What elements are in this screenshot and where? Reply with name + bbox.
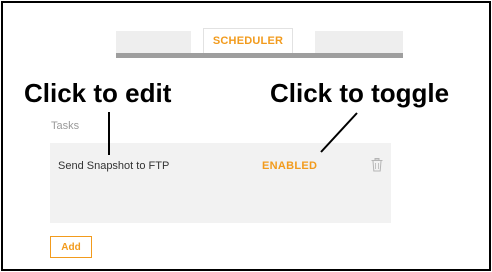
annotation-click-to-toggle: Click to toggle — [270, 78, 450, 108]
add-task-button[interactable]: Add — [50, 236, 92, 258]
annotation-click-to-edit: Click to edit — [24, 78, 172, 108]
tasks-section-label: Tasks — [51, 120, 80, 132]
task-row: Send Snapshot to FTP ENABLED — [50, 143, 391, 183]
tab-next[interactable] — [315, 31, 403, 53]
tab-bar: SCHEDULER — [116, 28, 403, 58]
task-status-toggle[interactable]: ENABLED — [262, 160, 317, 172]
tasks-panel: Send Snapshot to FTP ENABLED — [50, 143, 391, 223]
tab-scheduler[interactable]: SCHEDULER — [203, 28, 293, 53]
trash-icon[interactable] — [371, 158, 383, 172]
screenshot-frame: SCHEDULER Tasks Send Snapshot to FTP ENA… — [1, 1, 491, 271]
task-name[interactable]: Send Snapshot to FTP — [58, 160, 169, 172]
tab-previous[interactable] — [116, 31, 191, 53]
